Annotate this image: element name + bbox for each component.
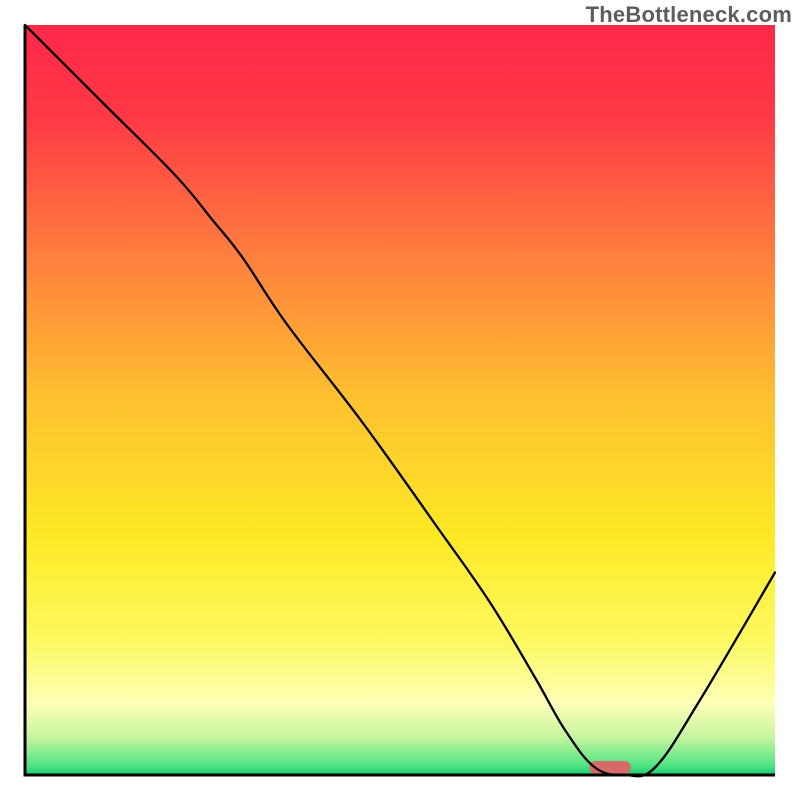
chart-container: TheBottleneck.com (0, 0, 800, 800)
bottleneck-chart (0, 0, 800, 800)
watermark-text: TheBottleneck.com (586, 2, 792, 28)
